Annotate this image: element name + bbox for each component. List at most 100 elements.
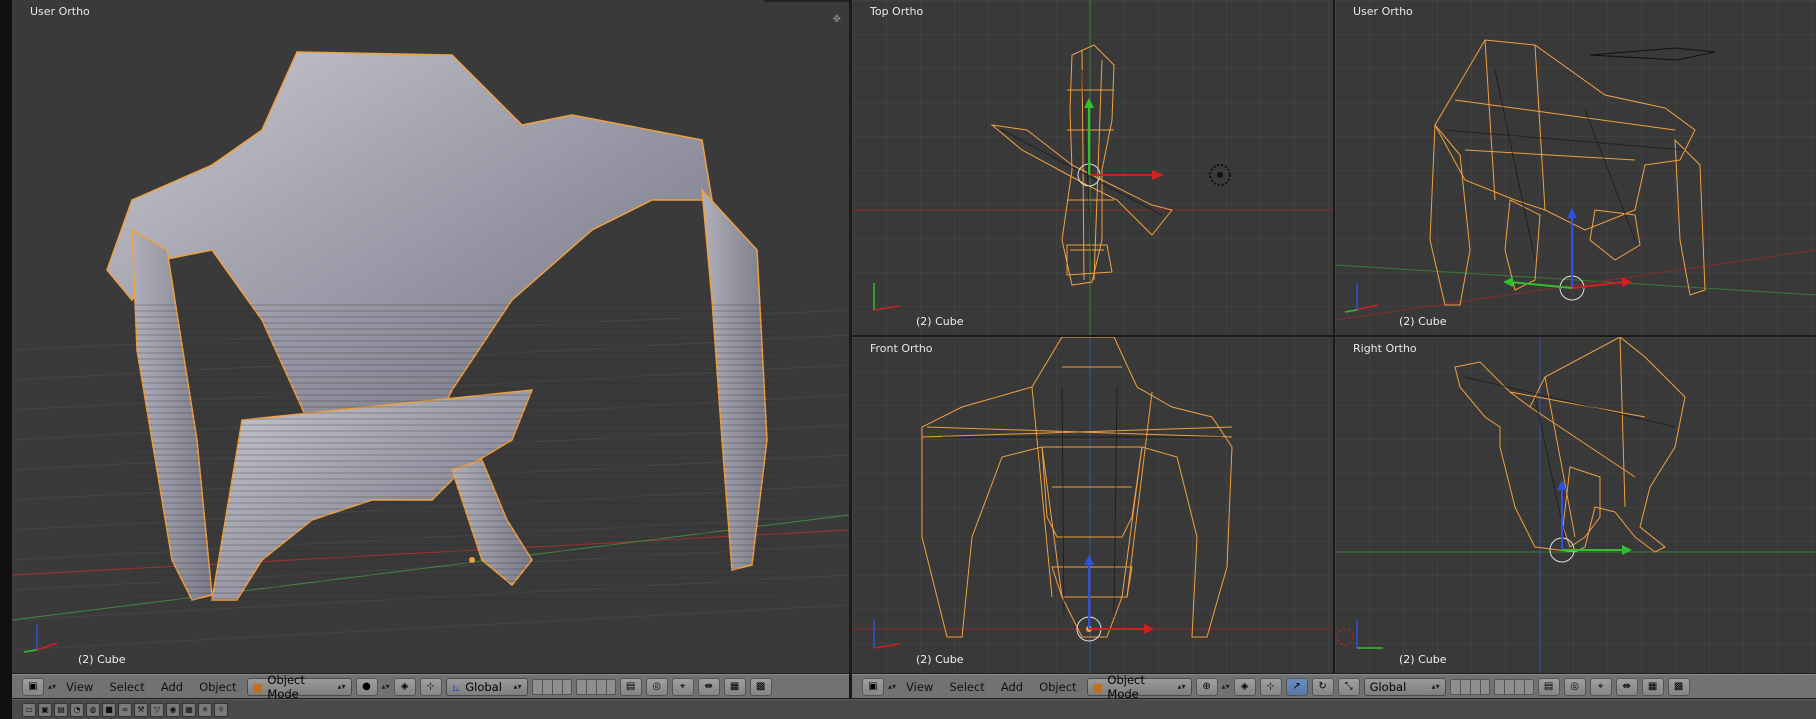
physics-icon[interactable]: ⚛ bbox=[214, 702, 228, 717]
orientation-label: Global bbox=[1369, 679, 1407, 694]
rotate-manipulator-icon[interactable]: ↻ bbox=[1311, 677, 1334, 696]
render-anim-icon[interactable]: ▩ bbox=[749, 677, 772, 696]
cube-icon: ■ bbox=[252, 679, 264, 694]
mode-label: Object Mode bbox=[267, 672, 305, 701]
menu-add[interactable]: Add bbox=[995, 680, 1029, 694]
corner-split-icon[interactable]: ✥ bbox=[833, 14, 841, 25]
snap-icon[interactable]: ⌖ bbox=[671, 677, 694, 696]
editor-type-icon[interactable]: ▭ bbox=[22, 702, 36, 717]
wireframe-top[interactable] bbox=[990, 44, 1173, 286]
render-icon[interactable]: ▦ bbox=[723, 677, 746, 696]
menu-select[interactable]: Select bbox=[943, 680, 990, 694]
layers-grid-1[interactable] bbox=[1449, 678, 1490, 695]
object-origin bbox=[469, 557, 475, 563]
scene-icon[interactable]: ◔ bbox=[70, 702, 84, 717]
editor-type-arrow-icon[interactable]: ▴▾ bbox=[888, 682, 896, 691]
viewport-label: Front Ortho bbox=[870, 342, 933, 355]
texture-icon[interactable]: ▦ bbox=[182, 702, 196, 717]
constraints-icon[interactable]: ∞ bbox=[118, 702, 132, 717]
layers-grid-2[interactable] bbox=[1493, 678, 1534, 695]
active-object-label: (2) Cube bbox=[1399, 653, 1447, 666]
render-layers-icon[interactable]: ▤ bbox=[54, 702, 68, 717]
particles-icon[interactable]: ✳ bbox=[198, 702, 212, 717]
scale-manipulator-icon[interactable]: ⤡ bbox=[1337, 677, 1360, 696]
shading-arrow-icon[interactable]: ▴▾ bbox=[1222, 682, 1230, 691]
shading-arrow-icon[interactable]: ▴▾ bbox=[382, 682, 390, 691]
viewport-label: Right Ortho bbox=[1353, 342, 1417, 355]
viewport-right-ortho[interactable]: Right Ortho (2) Cube bbox=[1335, 337, 1816, 673]
orientation-dropdown[interactable]: ⊾ Global ▴▾ bbox=[445, 677, 528, 696]
blender-window: User Ortho (2) Cube ✥ Top Ortho (2) Cube… bbox=[0, 0, 1816, 719]
right-scene bbox=[1335, 337, 1816, 673]
render-anim-icon[interactable]: ▩ bbox=[1667, 677, 1690, 696]
menu-view[interactable]: View bbox=[900, 680, 939, 694]
wireframe-right[interactable] bbox=[1454, 337, 1686, 553]
area-divider-horizontal[interactable] bbox=[852, 335, 1816, 337]
active-object-label: (2) Cube bbox=[78, 653, 126, 666]
editor-type-icon[interactable]: ▣ bbox=[862, 677, 884, 696]
chevron-updown-icon: ▴▾ bbox=[337, 682, 346, 691]
viewport-user-ortho-small[interactable]: User Ortho (2) Cube bbox=[1335, 0, 1816, 335]
pivot-icon[interactable]: ◈ bbox=[1233, 677, 1256, 696]
object-icon[interactable]: ■ bbox=[102, 702, 116, 717]
active-object-label: (2) Cube bbox=[916, 653, 964, 666]
viewport-shading-icon[interactable]: ● bbox=[355, 677, 378, 696]
manipulator-icon[interactable]: ⊹ bbox=[419, 677, 442, 696]
menu-object[interactable]: Object bbox=[1033, 680, 1082, 694]
viewport-header-right: ▣ ▴▾ View Select Add Object ■ Object Mod… bbox=[852, 673, 1816, 701]
top-scene bbox=[852, 0, 1333, 335]
editor-type-arrow-icon[interactable]: ▴▾ bbox=[48, 682, 56, 691]
axes-gizmo bbox=[1344, 283, 1378, 313]
data-icon[interactable]: ▽ bbox=[150, 702, 164, 717]
menu-object[interactable]: Object bbox=[193, 680, 242, 694]
snap-element-icon[interactable]: ⇼ bbox=[1615, 677, 1638, 696]
snap-element-icon[interactable]: ⇼ bbox=[697, 677, 720, 696]
user-scene bbox=[1335, 39, 1816, 321]
proportional-edit-icon[interactable]: ◎ bbox=[1563, 677, 1586, 696]
orientation-dropdown[interactable]: Global ▴▾ bbox=[1363, 677, 1446, 696]
viewport-header-left: ▣ ▴▾ View Select Add Object ■ Object Mod… bbox=[12, 673, 849, 701]
left-edge-strip bbox=[0, 0, 12, 719]
mode-dropdown[interactable]: ■ Object Mode ▴▾ bbox=[1086, 673, 1192, 701]
proportional-edit-icon[interactable]: ◎ bbox=[645, 677, 668, 696]
axes-gizmo bbox=[873, 620, 901, 649]
layer-lock-icon[interactable]: ▤ bbox=[619, 677, 642, 696]
pivot-icon[interactable]: ◈ bbox=[393, 677, 416, 696]
wireframe-front[interactable] bbox=[921, 337, 1233, 638]
translate-manipulator-icon[interactable]: ↗ bbox=[1285, 677, 1308, 696]
orientation-label: Global bbox=[465, 679, 502, 694]
render-icon[interactable]: ▦ bbox=[1641, 677, 1664, 696]
manipulator-icon[interactable]: ⊹ bbox=[1259, 677, 1282, 696]
editor-type-icon[interactable]: ▣ bbox=[22, 677, 44, 696]
layers-grid-1[interactable] bbox=[531, 678, 572, 695]
material-icon[interactable]: ◉ bbox=[166, 702, 180, 717]
active-object-label: (2) Cube bbox=[1399, 315, 1447, 328]
area-divider-vertical[interactable] bbox=[849, 0, 852, 719]
viewport-shading-icon[interactable]: ⊕ bbox=[1195, 677, 1218, 696]
main-scene bbox=[12, 51, 849, 653]
viewport-user-ortho-main[interactable]: User Ortho (2) Cube ✥ bbox=[12, 0, 849, 673]
wireframe-user[interactable] bbox=[1429, 39, 1706, 306]
active-object-label: (2) Cube bbox=[916, 315, 964, 328]
modifiers-icon[interactable]: ⚒ bbox=[134, 702, 148, 717]
z-fighting-lines bbox=[132, 300, 782, 600]
axis-orient-icon: ⊾ bbox=[451, 679, 462, 694]
world-icon[interactable]: ◍ bbox=[86, 702, 100, 717]
menu-add[interactable]: Add bbox=[155, 680, 189, 694]
mode-label: Object Mode bbox=[1107, 672, 1145, 701]
viewport-front-ortho[interactable]: Front Ortho (2) Cube bbox=[852, 337, 1333, 673]
layer-lock-icon[interactable]: ▤ bbox=[1537, 677, 1560, 696]
cube-icon: ■ bbox=[1092, 679, 1104, 694]
layers-grid-2[interactable] bbox=[575, 678, 616, 695]
front-scene bbox=[852, 337, 1333, 673]
chevron-updown-icon: ▴▾ bbox=[1177, 682, 1186, 691]
render-tab-icon[interactable]: ▣ bbox=[38, 702, 52, 717]
snap-icon[interactable]: ⌖ bbox=[1589, 677, 1612, 696]
menu-view[interactable]: View bbox=[60, 680, 99, 694]
mode-dropdown[interactable]: ■ Object Mode ▴▾ bbox=[246, 673, 352, 701]
viewport-top-ortho[interactable]: Top Ortho (2) Cube bbox=[852, 0, 1333, 335]
viewport-label: User Ortho bbox=[1353, 5, 1413, 18]
viewport-label: User Ortho bbox=[30, 5, 90, 18]
menu-select[interactable]: Select bbox=[103, 680, 150, 694]
axes-gizmo bbox=[1336, 620, 1383, 649]
